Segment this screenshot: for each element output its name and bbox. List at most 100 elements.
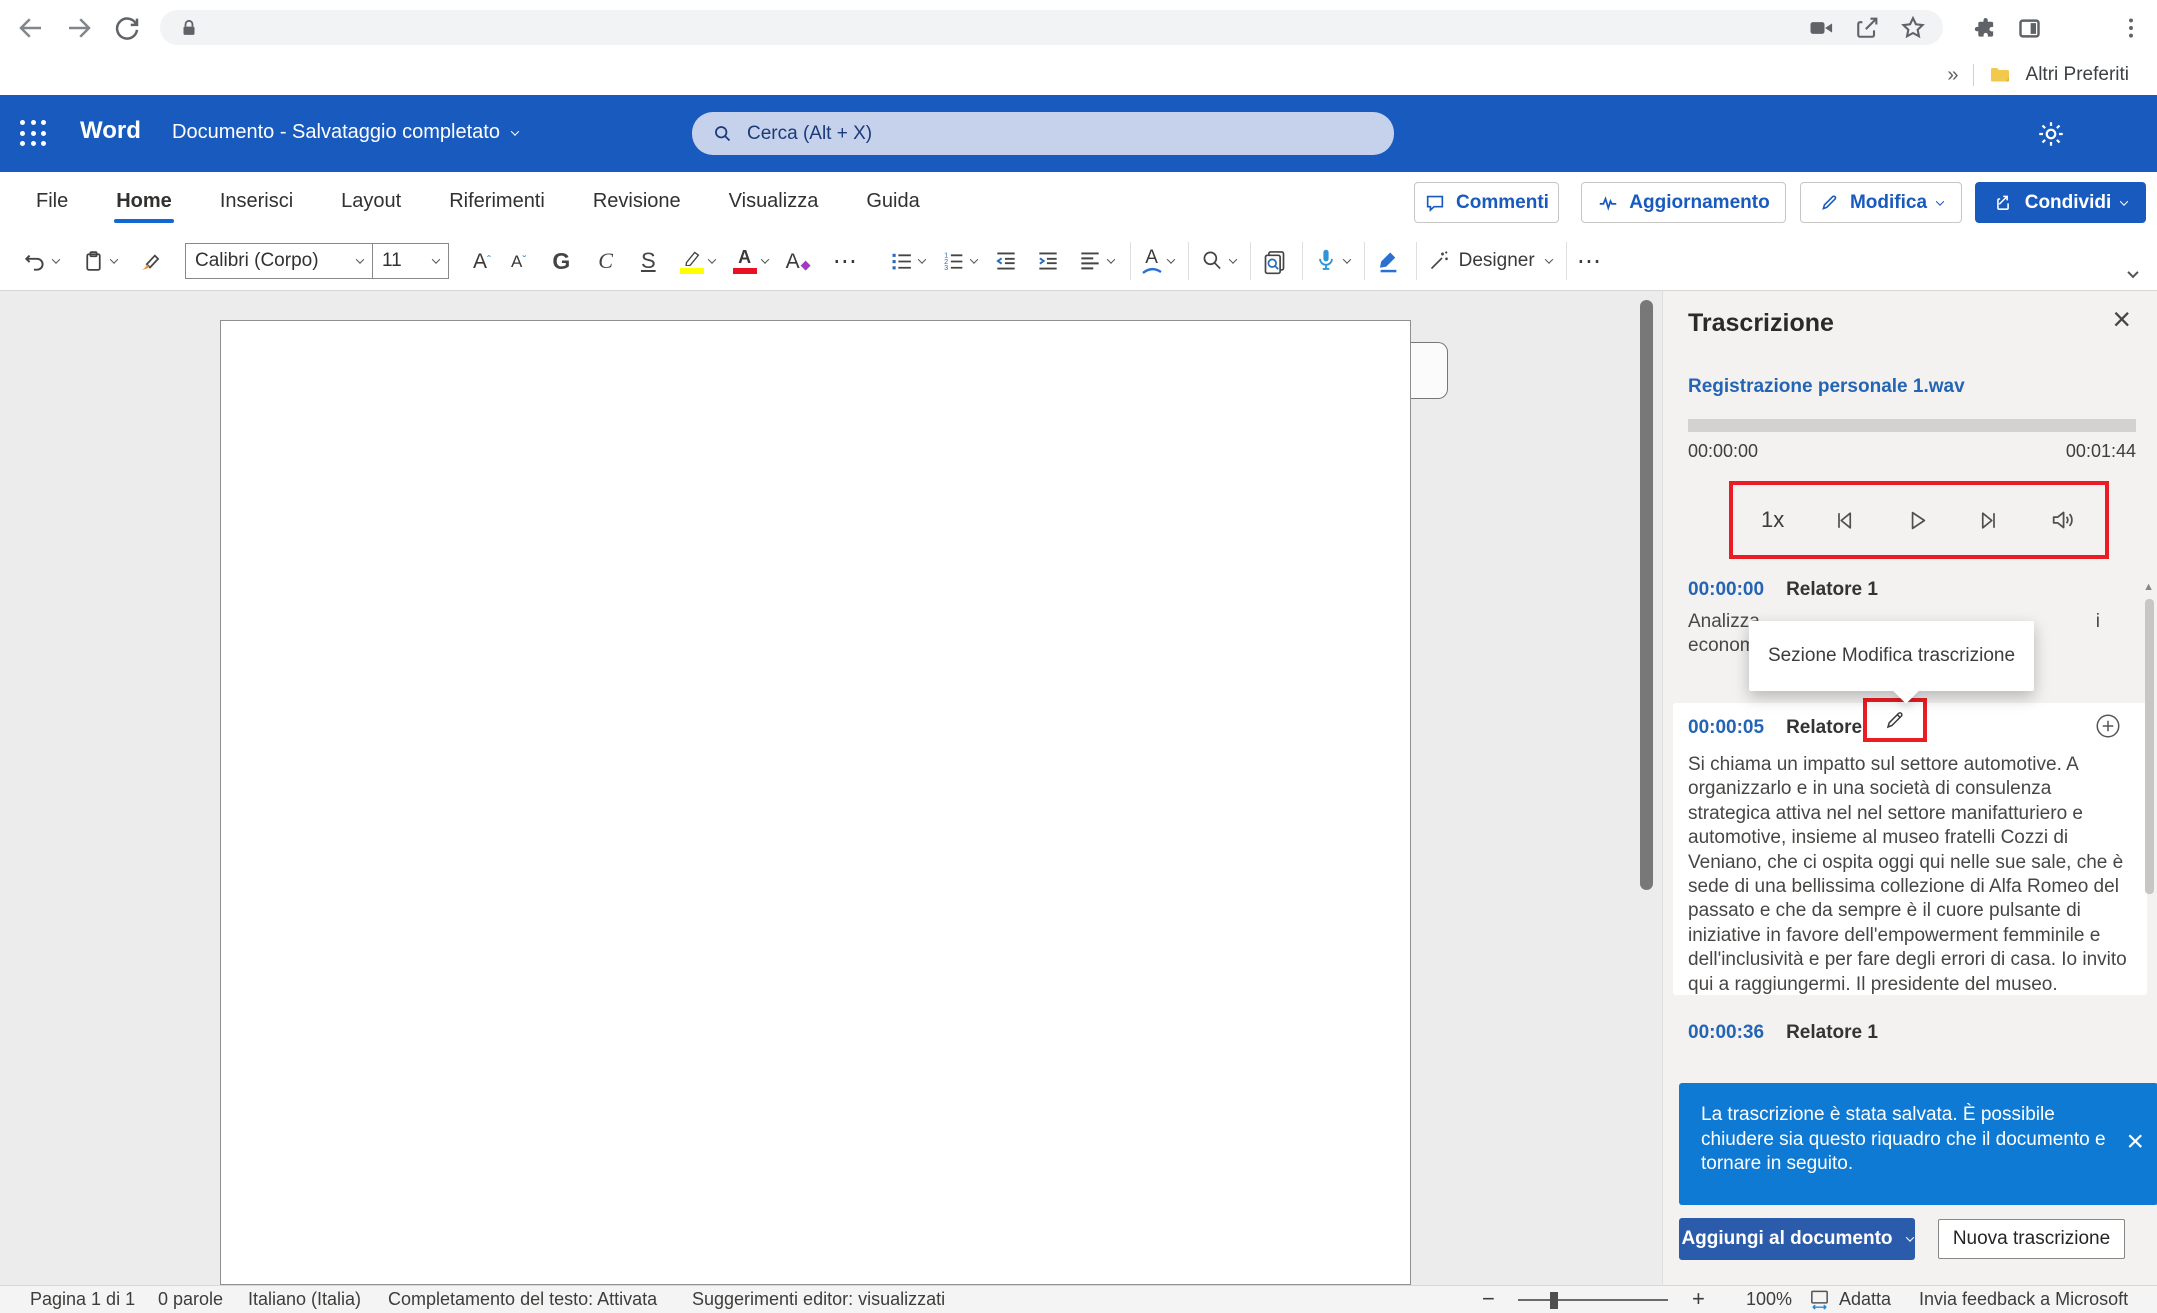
recording-file-link[interactable]: Registrazione personale 1.wav	[1688, 376, 1965, 398]
back-icon[interactable]	[16, 13, 46, 43]
address-bar[interactable]	[160, 10, 1943, 45]
zoom-in-button[interactable]: +	[1692, 1286, 1705, 1312]
playback-speed-button[interactable]: 1x	[1761, 507, 1784, 533]
underline-button[interactable]: S	[641, 248, 656, 274]
styles-button[interactable]: A	[1141, 248, 1174, 275]
feedback-link[interactable]: Invia feedback a Microsoft	[1919, 1289, 2128, 1310]
reload-icon[interactable]	[112, 13, 142, 43]
text-effects-button[interactable]: A ◆	[786, 249, 811, 273]
tab-visualizza[interactable]: Visualizza	[705, 172, 843, 232]
edit-mode-button[interactable]: Modifica	[1800, 182, 1962, 223]
add-section-plus-icon[interactable]	[2093, 711, 2123, 741]
zoom-slider-thumb[interactable]	[1550, 1292, 1558, 1309]
panel-scrollbar-thumb[interactable]	[2145, 599, 2154, 894]
zoom-level[interactable]: 100%	[1746, 1289, 1792, 1310]
zoom-slider[interactable]	[1518, 1299, 1668, 1301]
numbered-list-button[interactable]: 123	[941, 249, 977, 274]
edit-pencil-icon[interactable]	[1883, 708, 1907, 732]
settings-gear-icon[interactable]	[2036, 119, 2066, 149]
add-to-document-button[interactable]: Aggiungi al documento	[1679, 1218, 1915, 1260]
font-size-select[interactable]: 11	[373, 243, 449, 279]
alignment-button[interactable]	[1077, 248, 1114, 274]
comments-button[interactable]: Commenti	[1414, 182, 1559, 223]
language-status[interactable]: Italiano (Italia)	[248, 1289, 361, 1310]
undo-button[interactable]	[22, 248, 59, 274]
tab-home[interactable]: Home	[92, 172, 196, 232]
share-icon[interactable]	[1853, 14, 1881, 42]
folder-icon[interactable]	[1988, 63, 2012, 87]
tab-guida[interactable]: Guida	[842, 172, 943, 232]
bookmark-star-icon[interactable]	[1899, 14, 1927, 42]
extensions-puzzle-icon[interactable]	[1972, 15, 1999, 42]
transcript-entry[interactable]: 00:00:36 Relatore 1	[1688, 1022, 1878, 1044]
highlight-button[interactable]	[680, 248, 715, 274]
entry-text[interactable]: Si chiama un impatto sul settore automot…	[1688, 753, 2136, 997]
grow-font-button[interactable]: Aˆ	[473, 251, 491, 272]
zoom-out-button[interactable]: −	[1482, 1286, 1495, 1312]
app-launcher-waffle-icon[interactable]	[20, 120, 48, 148]
bookmarks-folder-label[interactable]: Altri Preferiti	[2026, 64, 2129, 86]
transcript-entry-active[interactable]: 00:00:05 Relatore 1 Si chiama un impatto…	[1673, 703, 2147, 995]
find-button[interactable]	[1199, 248, 1236, 274]
more-font-options[interactable]: ⋯	[833, 247, 859, 276]
navigation-search-button[interactable]	[1261, 248, 1288, 275]
editor-button[interactable]	[1375, 248, 1402, 275]
search-input[interactable]: Cerca (Alt + X)	[692, 112, 1394, 155]
audio-progress-bar[interactable]	[1688, 419, 2136, 432]
page-count[interactable]: Pagina 1 di 1	[30, 1289, 135, 1310]
updates-button[interactable]: Aggiornamento	[1581, 182, 1786, 223]
panel-scroll-up-icon[interactable]: ▲	[2143, 581, 2154, 593]
bullet-list-button[interactable]	[889, 249, 925, 274]
dictate-microphone-button[interactable]	[1313, 248, 1350, 274]
tab-file[interactable]: File	[12, 172, 92, 232]
share-button[interactable]: Condividi	[1975, 182, 2146, 223]
bookmarks-overflow-icon[interactable]: »	[1947, 64, 1958, 87]
tab-revisione[interactable]: Revisione	[569, 172, 705, 232]
side-panel-icon[interactable]	[2016, 15, 2043, 42]
lock-icon[interactable]	[178, 17, 200, 39]
browser-toolbar	[0, 0, 2157, 55]
font-color-button[interactable]: A	[733, 248, 768, 274]
page-margin-tab[interactable]	[1411, 342, 1448, 399]
designer-button[interactable]: Designer	[1427, 249, 1552, 273]
document-scrollbar[interactable]	[1640, 300, 1653, 900]
font-name-select[interactable]: Calibri (Corpo)	[185, 243, 373, 279]
document-page[interactable]	[220, 320, 1411, 1285]
close-icon[interactable]: ×	[2112, 303, 2131, 335]
tab-layout[interactable]: Layout	[317, 172, 425, 232]
play-icon[interactable]	[1903, 507, 1930, 534]
increase-indent-button[interactable]	[1035, 248, 1061, 274]
entry-timestamp[interactable]: 00:00:05	[1688, 717, 1764, 739]
camera-icon[interactable]	[1807, 14, 1835, 42]
decrease-indent-button[interactable]	[993, 248, 1019, 274]
toast-close-icon[interactable]: ×	[2126, 1127, 2144, 1157]
skip-forward-icon[interactable]	[1976, 507, 2003, 534]
document-scrollbar-thumb[interactable]	[1640, 300, 1653, 890]
forward-icon[interactable]	[64, 13, 94, 43]
entry-timestamp[interactable]: 00:00:36	[1688, 1022, 1764, 1044]
entry-timestamp[interactable]: 00:00:00	[1688, 579, 1764, 601]
bold-button[interactable]: G	[552, 248, 570, 275]
font-color-swatch	[733, 268, 757, 274]
app-name[interactable]: Word	[80, 117, 141, 145]
fit-page-button[interactable]: Adatta	[1808, 1288, 1891, 1311]
highlight-color-swatch	[680, 268, 704, 274]
italic-button[interactable]: C	[598, 248, 613, 274]
entry-text-fragment: i	[2096, 610, 2100, 634]
document-title[interactable]: Documento - Salvataggio completato	[172, 121, 518, 144]
text-completion-status[interactable]: Completamento del testo: Attivata	[388, 1289, 657, 1310]
paste-button[interactable]	[81, 249, 117, 274]
saved-notification-toast: La trascrizione è stata salvata. È possi…	[1679, 1083, 2157, 1205]
more-toolbar-options[interactable]: ⋯	[1577, 247, 1603, 276]
volume-icon[interactable]	[2049, 506, 2077, 534]
format-painter-icon[interactable]	[137, 248, 163, 274]
browser-menu-icon[interactable]	[2118, 15, 2144, 41]
shrink-font-button[interactable]: Aˇ	[511, 253, 526, 270]
editor-suggestions-status[interactable]: Suggerimenti editor: visualizzati	[692, 1289, 945, 1310]
word-count[interactable]: 0 parole	[158, 1289, 223, 1310]
new-transcription-button[interactable]: Nuova trascrizione	[1938, 1219, 2125, 1259]
font-size-value: 11	[382, 250, 402, 272]
skip-back-icon[interactable]	[1830, 507, 1857, 534]
tab-inserisci[interactable]: Inserisci	[196, 172, 317, 232]
tab-riferimenti[interactable]: Riferimenti	[425, 172, 569, 232]
